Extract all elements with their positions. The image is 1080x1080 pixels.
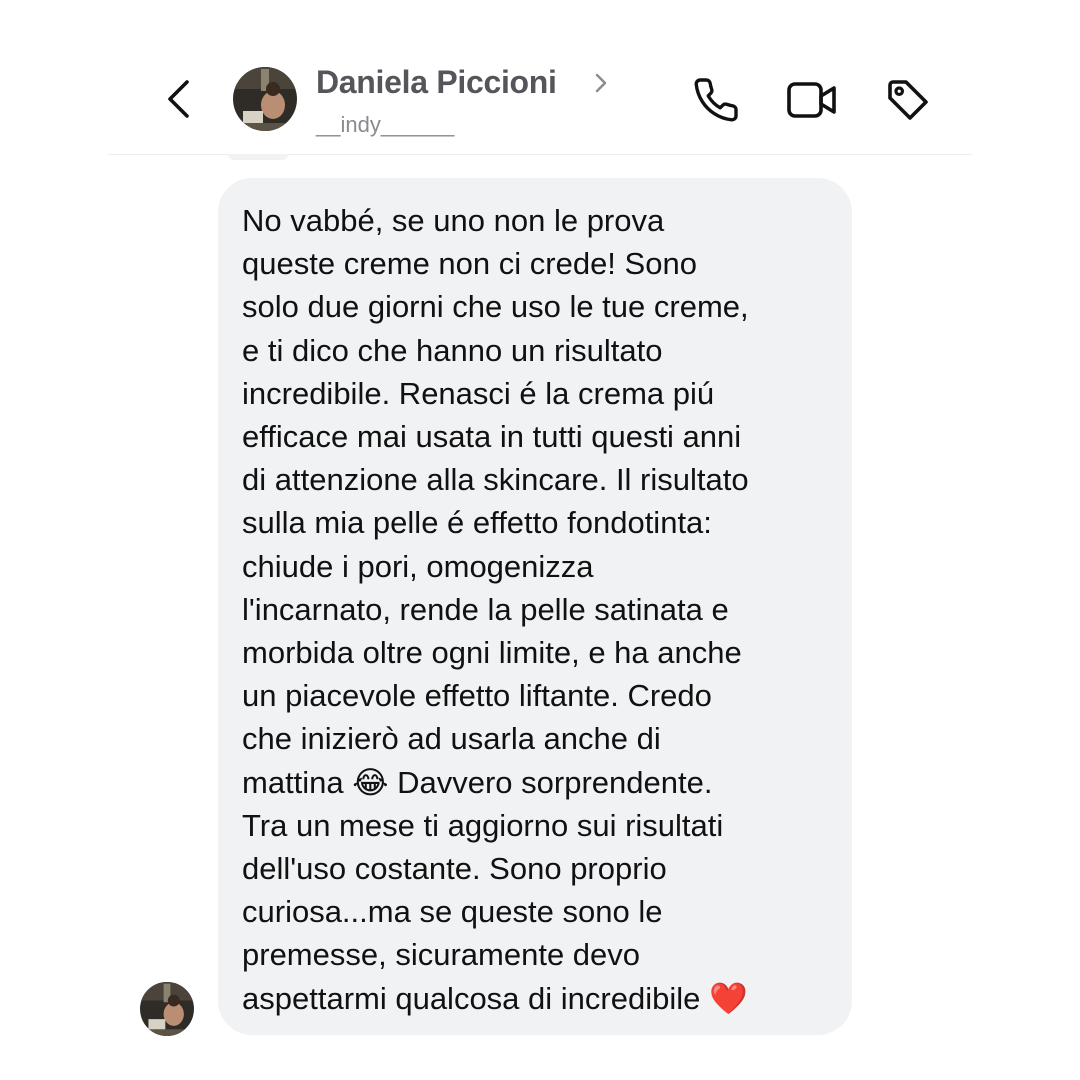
contact-name[interactable]: Daniela Piccioni (316, 64, 557, 101)
chat-header: Daniela Piccioni __indy______ (108, 40, 972, 155)
chevron-right-icon (595, 73, 607, 93)
phone-icon (694, 78, 738, 122)
chevron-left-icon (168, 80, 189, 118)
video-call-button[interactable] (786, 76, 838, 124)
profile-chevron[interactable] (594, 72, 608, 94)
chat-screen: Daniela Piccioni __indy______ No vabbé, … (0, 0, 1080, 1080)
video-camera-icon (787, 82, 836, 118)
message-bubble[interactable]: No vabbé, se uno non le prova queste cre… (218, 178, 852, 1035)
sender-avatar[interactable] (140, 982, 194, 1036)
contact-username: __indy______ (316, 112, 455, 137)
voice-call-button[interactable] (690, 76, 742, 124)
previous-message-edge (228, 154, 288, 160)
tag-icon (888, 80, 928, 120)
contact-avatar[interactable] (233, 67, 297, 131)
tag-button[interactable] (882, 76, 934, 124)
back-button[interactable] (163, 78, 195, 120)
message-text: No vabbé, se uno non le prova queste cre… (242, 203, 749, 1016)
